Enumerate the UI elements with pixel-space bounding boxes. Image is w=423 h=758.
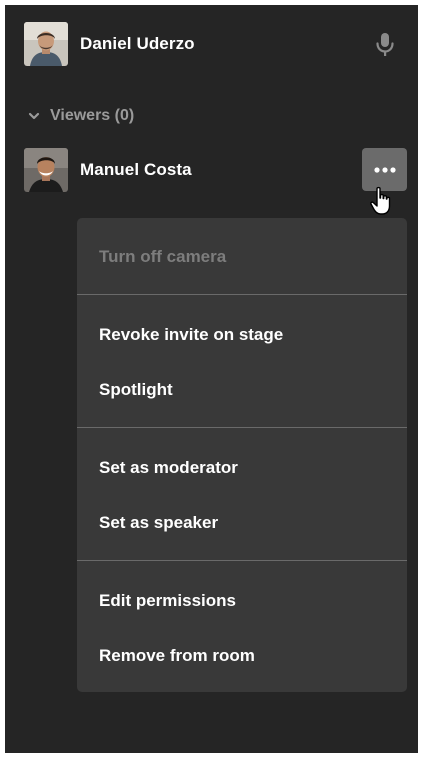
chevron-down-icon [28,112,40,120]
menu-item-revoke-invite[interactable]: Revoke invite on stage [99,321,283,349]
menu-item-set-speaker[interactable]: Set as speaker [99,509,218,537]
menu-item-turn-off-camera: Turn off camera [99,247,227,266]
menu-item-spotlight[interactable]: Spotlight [99,376,173,404]
participant-name: Manuel Costa [80,160,192,179]
more-horizontal-icon [373,166,396,173]
participant-row-viewer[interactable]: Manuel Costa [24,148,192,192]
menu-divider [77,560,407,561]
menu-item-remove-from-room[interactable]: Remove from room [99,642,255,670]
menu-divider [77,294,407,295]
viewers-header-label: Viewers (0) [50,107,135,124]
hand-cursor-icon [370,186,391,215]
viewers-section-header[interactable]: Viewers (0) [28,104,134,128]
participant-row-speaker[interactable]: Daniel Uderzo [24,22,195,66]
more-options-button[interactable] [362,148,407,191]
avatar [24,148,68,192]
microphone-icon[interactable] [373,32,397,58]
menu-divider [77,427,407,428]
avatar [24,22,68,66]
menu-item-edit-permissions[interactable]: Edit permissions [99,587,236,615]
participant-context-menu: Turn off camera Revoke invite on stage S… [77,218,407,692]
menu-item-set-moderator[interactable]: Set as moderator [99,454,238,482]
participant-name: Daniel Uderzo [80,34,195,53]
